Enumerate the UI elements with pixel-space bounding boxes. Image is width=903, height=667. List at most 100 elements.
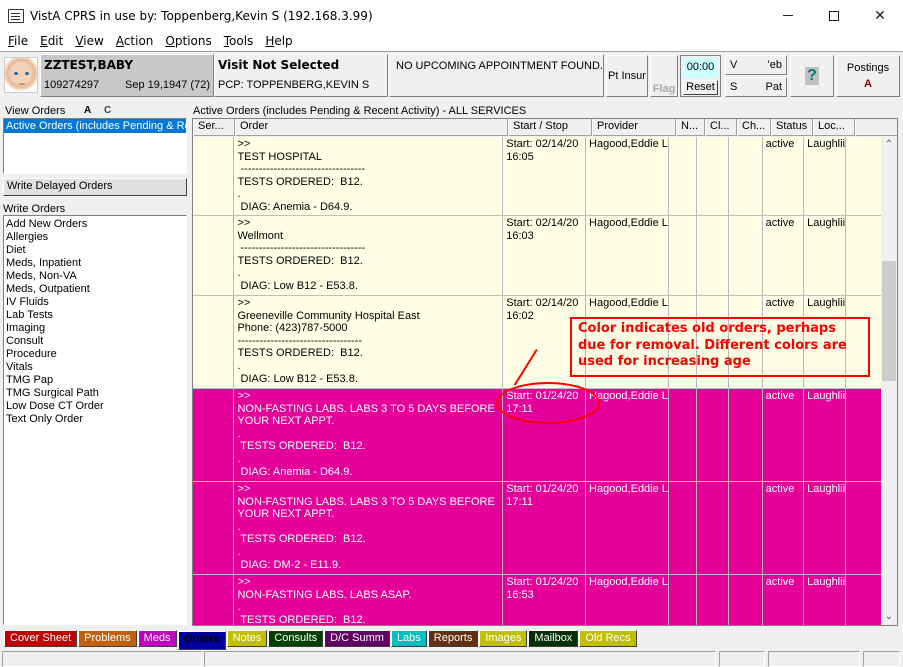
pt-insur-button[interactable]: Pt Insur: [606, 55, 648, 97]
write-orders-item[interactable]: Vitals: [6, 361, 184, 374]
title-bar: VistA CPRS in use by: Toppenberg,Kevin S…: [0, 0, 903, 31]
filler-cell: [846, 575, 883, 625]
write-orders-item[interactable]: Lab Tests: [6, 309, 184, 322]
column-header[interactable]: Loc...: [813, 119, 855, 136]
timer-reset-button[interactable]: Reset: [683, 80, 718, 95]
write-orders-item[interactable]: TMG Surgical Path: [6, 387, 184, 400]
order-row[interactable]: >> TEST HOSPITAL -----------------------…: [193, 137, 883, 216]
status-panel: [719, 651, 765, 667]
write-orders-item[interactable]: Consult: [6, 335, 184, 348]
write-orders-item[interactable]: Meds, Inpatient: [6, 257, 184, 270]
menu-file[interactable]: File: [2, 34, 34, 48]
vista-web-button[interactable]: V 'eb: [725, 55, 787, 75]
tab-notes[interactable]: Notes: [226, 630, 268, 647]
clerk-cell: [697, 482, 730, 574]
tab-labs[interactable]: Labs: [390, 630, 427, 647]
tab-old-recs[interactable]: Old Recs: [579, 630, 637, 647]
write-orders-item[interactable]: IV Fluids: [6, 296, 184, 309]
write-delayed-orders-button[interactable]: Write Delayed Orders: [3, 178, 187, 196]
tab-consults[interactable]: Consults: [268, 630, 324, 647]
service-cell: [193, 296, 235, 388]
grid-body: >> TEST HOSPITAL -----------------------…: [193, 137, 883, 625]
scroll-up-icon[interactable]: ⌃: [881, 137, 897, 153]
patient-header: ZZTEST,BABY 109274297 Sep 19,1947 (72) V…: [0, 51, 903, 98]
column-header[interactable]: Start / Stop: [508, 119, 592, 136]
column-header[interactable]: Status: [771, 119, 813, 136]
tab-mailbox[interactable]: Mailbox: [528, 630, 579, 647]
service-cell: [193, 216, 235, 295]
write-orders-item[interactable]: Imaging: [6, 322, 184, 335]
tab-problems[interactable]: Problems: [78, 630, 137, 647]
write-orders-item[interactable]: Allergies: [6, 231, 184, 244]
vertical-scrollbar[interactable]: ⌃ ⌄: [881, 137, 897, 625]
column-header[interactable]: Ch...: [737, 119, 771, 136]
column-header[interactable]: Provider: [592, 119, 676, 136]
tab-orders[interactable]: Orders: [177, 631, 226, 650]
menu-label-rest: ptions: [174, 34, 212, 48]
view-orders-list[interactable]: Active Orders (includes Pending & Recent…: [3, 118, 187, 174]
write-orders-item[interactable]: Text Only Order: [6, 413, 184, 426]
menu-help[interactable]: Help: [259, 34, 298, 48]
scroll-thumb[interactable]: [882, 261, 896, 381]
chart-cell: [729, 216, 763, 295]
tab-d-c-summ[interactable]: D/C Summ: [324, 630, 390, 647]
write-orders-list[interactable]: Add New Orders Allergies Diet Meds, Inpatie…: [3, 215, 187, 625]
visit-status: Visit Not Selected: [218, 58, 340, 72]
menu-bar: File Edit View Action Options Tools Help: [0, 31, 903, 51]
start-stop-cell: Start: 02/14/20 16:03: [503, 216, 587, 295]
write-orders-item[interactable]: Meds, Non-VA: [6, 270, 184, 283]
select-pat-right-label: Pat: [765, 81, 782, 93]
column-header[interactable]: N...: [676, 119, 705, 136]
status-bar: [0, 651, 903, 667]
write-orders-item[interactable]: Add New Orders: [6, 218, 184, 231]
start-stop-cell: Start: 01/24/20 16:53: [503, 575, 587, 625]
vista-web-right-label: 'eb: [767, 59, 782, 71]
tab-meds[interactable]: Meds: [137, 630, 177, 647]
tab-reports[interactable]: Reports: [427, 630, 479, 647]
status-panel: [204, 651, 716, 667]
maximize-button[interactable]: [811, 0, 857, 31]
column-header[interactable]: Ser...: [193, 119, 235, 136]
visit-info-button[interactable]: Visit Not Selected PCP: TOPPENBERG,KEVIN…: [214, 54, 388, 97]
provider-cell: Hagood,Eddie L: [586, 216, 669, 295]
appointment-panel[interactable]: NO UPCOMING APPOINTMENT FOUND.: [389, 54, 604, 97]
tab-images[interactable]: Images: [479, 630, 528, 647]
menu-edit[interactable]: Edit: [34, 34, 69, 48]
column-header[interactable]: Order: [235, 119, 508, 136]
write-orders-item[interactable]: TMG Pap: [6, 374, 184, 387]
view-orders-item-active[interactable]: Active Orders (includes Pending & Recent…: [4, 119, 186, 133]
order-text-cell: >> NON-FASTING LABS. LABS ASAP. . TESTS …: [234, 575, 504, 625]
menu-options[interactable]: Options: [159, 34, 217, 48]
tab-cover-sheet[interactable]: Cover Sheet: [4, 630, 78, 647]
select-pat-button[interactable]: S Pat: [725, 77, 787, 97]
close-button[interactable]: ✕: [857, 0, 903, 31]
minimize-button[interactable]: [765, 0, 811, 31]
order-row[interactable]: >> NON-FASTING LABS. LABS 3 TO 5 DAYS BE…: [193, 482, 883, 575]
status-panel: [768, 651, 860, 667]
select-pat-left-label: S: [730, 81, 738, 93]
write-orders-item[interactable]: Procedure: [6, 348, 184, 361]
menu-view[interactable]: View: [69, 34, 109, 48]
help-button[interactable]: ?: [790, 55, 834, 97]
order-row[interactable]: >> NON-FASTING LABS. LABS ASAP. . TESTS …: [193, 575, 883, 625]
view-flags: A C: [84, 105, 111, 116]
write-orders-item[interactable]: Diet: [6, 244, 184, 257]
status-panel: [863, 651, 900, 667]
postings-button[interactable]: Postings A: [836, 55, 900, 97]
postings-label: Postings: [846, 62, 890, 74]
filler-cell: [846, 482, 883, 574]
patient-info-button[interactable]: ZZTEST,BABY 109274297 Sep 19,1947 (72): [40, 54, 214, 97]
column-header[interactable]: Cl...: [705, 119, 737, 136]
scroll-down-icon[interactable]: ⌄: [881, 609, 897, 625]
menu-tools[interactable]: Tools: [218, 34, 260, 48]
status-cell: active: [763, 216, 805, 295]
menu-accelerator: A: [115, 34, 124, 48]
menu-action[interactable]: Action: [110, 34, 160, 48]
flag-button[interactable]: Flag: [650, 55, 678, 97]
write-orders-item[interactable]: Meds, Outpatient: [6, 283, 184, 296]
menu-accelerator: O: [165, 34, 175, 48]
patient-photo[interactable]: [4, 57, 38, 93]
question-mark-icon: ?: [805, 67, 819, 85]
order-row[interactable]: >> Wellmont ----------------------------…: [193, 216, 883, 296]
write-orders-item[interactable]: Low Dose CT Order: [6, 400, 184, 413]
